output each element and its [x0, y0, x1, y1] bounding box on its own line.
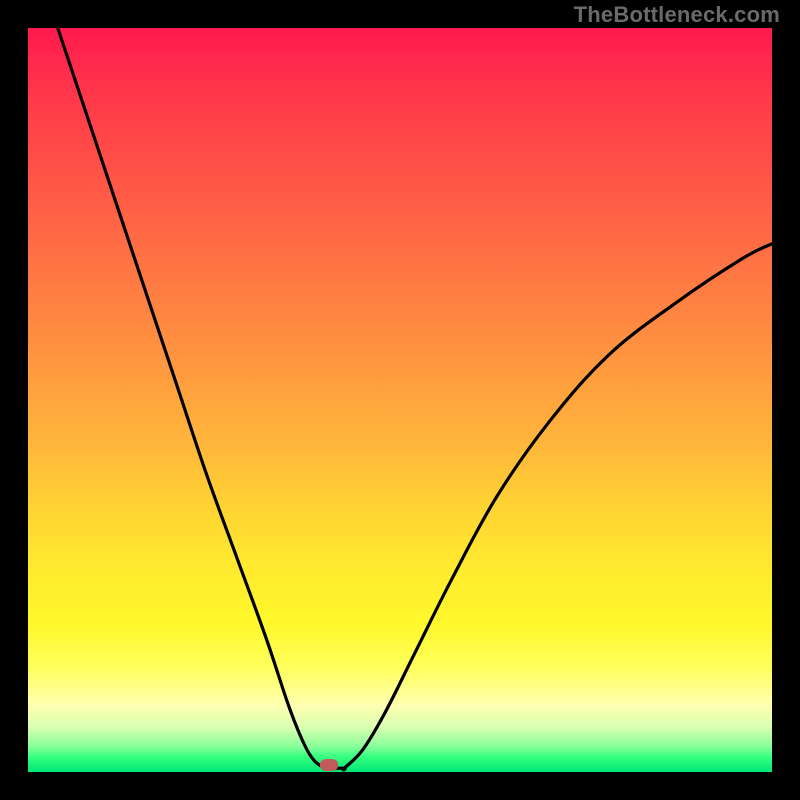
bottleneck-curve: [28, 28, 772, 772]
plot-area: [28, 28, 772, 772]
chart-frame: TheBottleneck.com: [0, 0, 800, 800]
watermark-text: TheBottleneck.com: [574, 2, 780, 28]
optimum-marker: [320, 759, 338, 771]
